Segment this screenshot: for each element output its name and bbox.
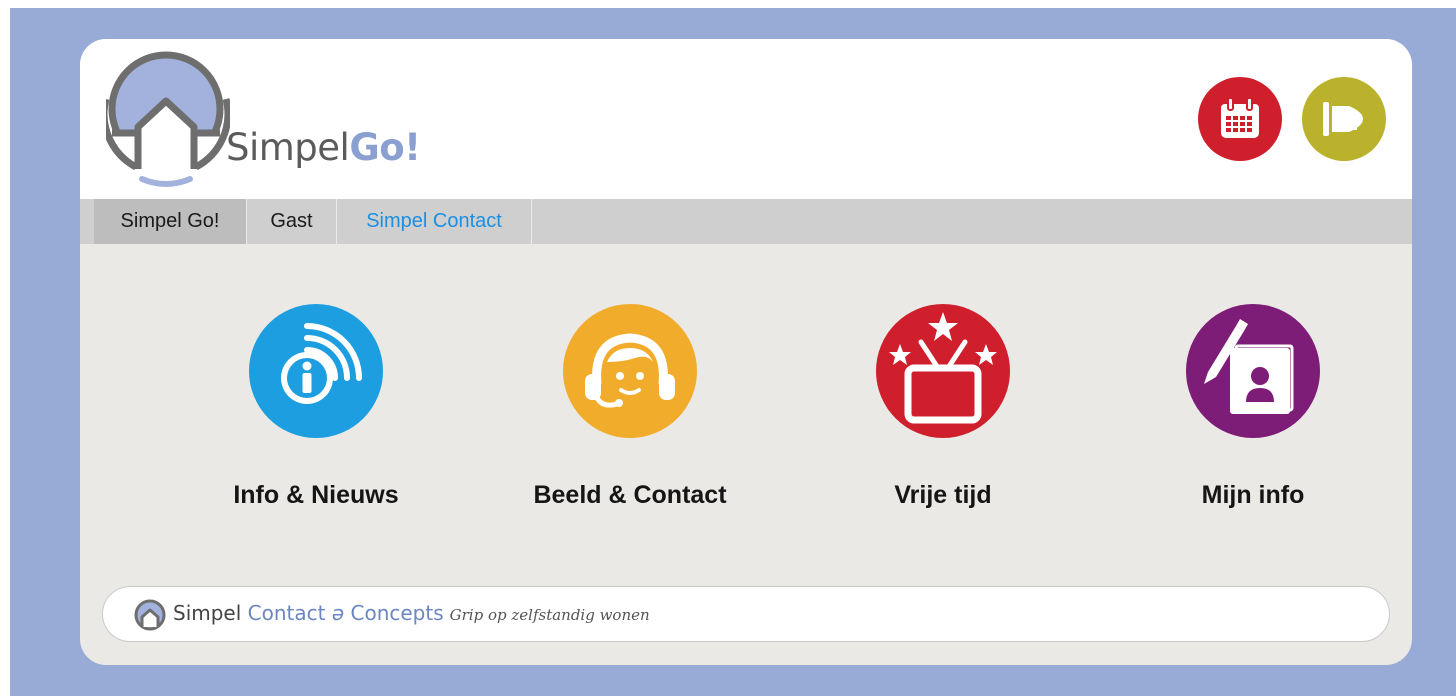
footer-brand-part2: Contact <box>247 601 326 625</box>
tab-simpel-contact[interactable]: Simpel Contact <box>337 199 532 244</box>
footer-bar: Simpel Contact ǝ Concepts Grip op zelfsta… <box>102 586 1390 642</box>
calendar-button[interactable] <box>1198 77 1282 161</box>
headset-agent-icon <box>563 304 697 438</box>
ampersand-logo-icon: ǝ <box>331 601 345 625</box>
tv-stars-icon <box>876 304 1010 438</box>
brand-name: SimpelGo! <box>226 129 421 166</box>
megaphone-icon <box>1323 102 1363 136</box>
tile-beeld-contact[interactable]: Beeld & Contact <box>510 304 750 524</box>
tile-label: Info & Nieuws <box>233 481 399 509</box>
footer-brand-part3: Concepts <box>350 601 444 625</box>
footer-tagline: Grip op zelfstandig wonen <box>449 606 650 624</box>
simpelgo-logo[interactable]: SimpelGo! <box>106 49 446 189</box>
tab-simpel-go[interactable]: Simpel Go! <box>94 199 247 244</box>
announcement-button[interactable] <box>1302 77 1386 161</box>
footer-brand-part1: Simpel <box>173 601 242 625</box>
house-logo-icon <box>106 51 230 189</box>
tab-gast[interactable]: Gast <box>247 199 337 244</box>
footer-brand: Simpel Contact ǝ Concepts Grip op zelfsta… <box>173 602 650 624</box>
calendar-icon <box>1221 97 1259 138</box>
tile-label: Beeld & Contact <box>533 481 727 509</box>
page-background: SimpelGo! Simpel Go! Gast Simpel Contact… <box>10 8 1456 696</box>
info-broadcast-icon <box>249 304 383 438</box>
tab-bar: Simpel Go! Gast Simpel Contact <box>80 199 1412 244</box>
tile-mijn-info[interactable]: Mijn info <box>1133 304 1373 524</box>
header: SimpelGo! <box>80 39 1412 199</box>
brand-name-part1: Simpel <box>226 126 350 169</box>
app-card: SimpelGo! Simpel Go! Gast Simpel Contact… <box>80 39 1412 665</box>
tile-label: Vrije tijd <box>894 481 992 509</box>
brand-name-part2: Go! <box>349 126 421 169</box>
tile-vrije-tijd[interactable]: Vrije tijd <box>823 304 1063 524</box>
simpel-contact-logo-icon <box>134 599 166 631</box>
tile-label: Mijn info <box>1201 481 1305 509</box>
tile-info-nieuws[interactable]: Info & Nieuws <box>196 304 436 524</box>
contact-book-icon <box>1186 304 1320 438</box>
